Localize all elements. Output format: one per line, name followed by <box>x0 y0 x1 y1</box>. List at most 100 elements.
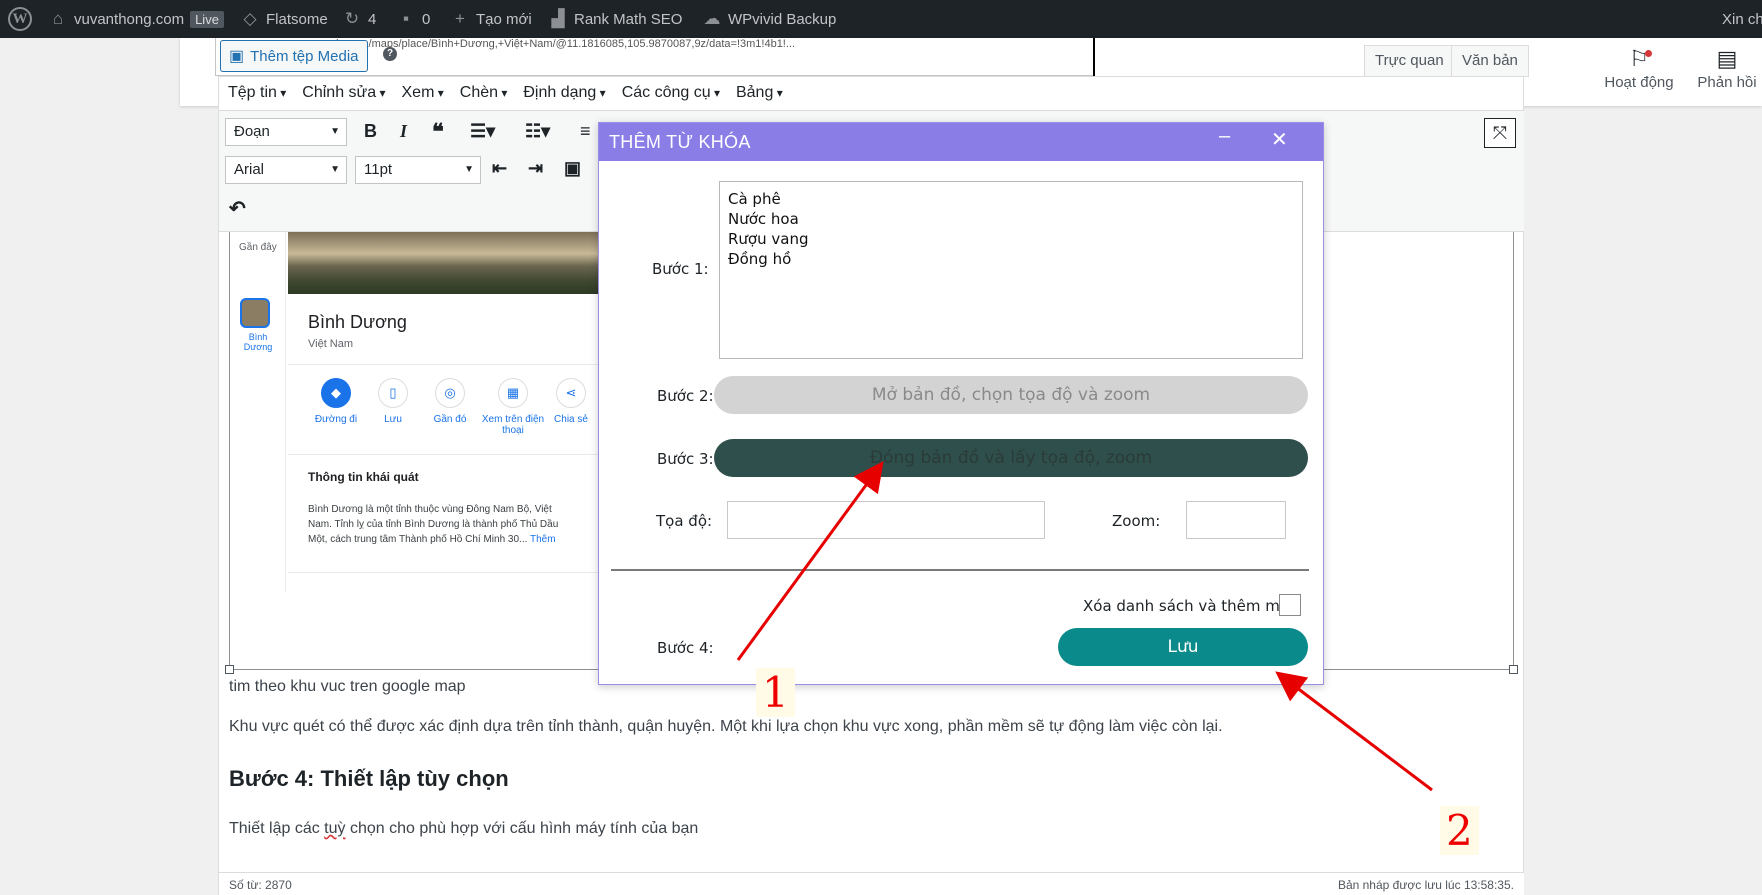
block-format-select[interactable]: Đoạn <box>225 118 347 146</box>
minimize-icon[interactable]: – <box>1219 125 1230 148</box>
step2-label: Bước 2: <box>657 387 714 405</box>
dialog-title: THÊM TỪ KHÓA <box>609 132 751 152</box>
keyword-line: Nước hoa <box>728 210 799 228</box>
annotation-label-1: 1 <box>756 668 795 717</box>
open-map-button[interactable]: Mở bản đồ, chọn tọa độ và zoom <box>714 376 1308 414</box>
paste-icon[interactable]: ▣ <box>564 158 581 179</box>
add-keyword-dialog: THÊM TỪ KHÓA – ✕ Bước 1: Cà phê Nước hoa… <box>598 122 1324 685</box>
live-badge: Live <box>190 10 224 28</box>
comments-item[interactable]: ▪ 0 <box>396 0 430 38</box>
fullscreen-icon[interactable]: ⤧ <box>1484 118 1516 148</box>
greeting: Xin ch <box>1722 10 1762 28</box>
close-icon[interactable]: ✕ <box>1271 127 1288 152</box>
divider-line <box>1093 38 1095 76</box>
browser-address-bar: gle.com/maps/place/Bình+Dương,+Việt+Nam/… <box>330 38 796 50</box>
tab-visual[interactable]: Trực quan <box>1364 45 1455 77</box>
indent-icon[interactable]: ⇥ <box>528 158 543 179</box>
close-map-button[interactable]: Đóng bản đồ và lấy tọa độ, zoom <box>714 439 1308 477</box>
updates-count: 4 <box>368 10 377 28</box>
comments-count: 0 <box>422 10 431 28</box>
outdent-icon[interactable]: ⇤ <box>492 158 507 179</box>
activity-button[interactable]: ⚐ Hoạt động <box>1600 46 1678 91</box>
menu-tools[interactable]: Các công cụ <box>622 84 720 102</box>
keyword-line: Đồng hồ <box>728 250 792 268</box>
numbered-list-icon[interactable]: ☷▾ <box>525 121 550 142</box>
keyword-line: Rượu vang <box>728 230 809 248</box>
updates-item[interactable]: ↻ 4 <box>342 0 376 38</box>
coordinate-label: Tọa độ: <box>656 512 713 530</box>
feedback-icon: ▤ <box>1716 46 1738 71</box>
zoom-label: Zoom: <box>1112 512 1161 530</box>
new-content-item[interactable]: + Tạo mới <box>450 0 532 38</box>
notification-dot <box>1645 50 1652 57</box>
flatsome-label: Flatsome <box>266 10 328 28</box>
feedback-label: Phản hồi <box>1697 74 1757 91</box>
zoom-input[interactable] <box>1186 501 1286 539</box>
keyword-line: Cà phê <box>728 190 781 208</box>
home-icon: ⌂ <box>52 9 64 28</box>
new-label: Tạo mới <box>476 10 532 28</box>
undo-icon[interactable]: ↶ <box>229 196 246 221</box>
wp-admin-bar: W ⌂ vuvanthong.com Live ◇ Flatsome ↻ 4 ▪… <box>0 0 1762 38</box>
comment-icon: ▪ <box>402 9 410 28</box>
rank-math-icon: ▟ <box>551 9 565 28</box>
flatsome-item[interactable]: ◇ Flatsome <box>240 0 328 38</box>
bold-icon[interactable]: B <box>364 121 377 142</box>
dialog-divider <box>611 569 1309 571</box>
cloud-icon: ☁ <box>703 9 721 28</box>
feedback-button[interactable]: ▤ Phản hồi <box>1692 46 1762 91</box>
plus-icon: + <box>455 9 465 28</box>
resize-handle[interactable] <box>1509 665 1518 674</box>
font-family-select[interactable]: Arial <box>225 156 347 184</box>
step4-label: Bước 4: <box>657 639 714 657</box>
save-button[interactable]: Lưu <box>1058 628 1308 666</box>
wpvivid-item[interactable]: ☁ WPvivid Backup <box>702 0 837 38</box>
align-left-icon[interactable]: ≡ <box>580 121 591 142</box>
blockquote-icon[interactable]: ❝ <box>432 119 444 145</box>
section-heading: Bước 4: Thiết lập tùy chọn <box>229 766 509 791</box>
rank-math-item[interactable]: ▟ Rank Math SEO <box>548 0 682 38</box>
my-account-item[interactable]: Xin ch <box>1722 0 1762 38</box>
menu-table[interactable]: Bảng <box>736 84 783 102</box>
menu-view[interactable]: Xem <box>402 84 444 102</box>
editor-menubar: Tệp tin Chỉnh sửa Xem Chèn Định dạng Các… <box>228 84 783 102</box>
updates-icon: ↻ <box>344 9 360 28</box>
menu-file[interactable]: Tệp tin <box>228 84 286 102</box>
clear-list-label: Xóa danh sách và thêm mới <box>1083 597 1294 615</box>
step1-label: Bước 1: <box>652 260 709 278</box>
site-name-item[interactable]: ⌂ vuvanthong.com Live <box>48 0 224 38</box>
paragraph: Thiết lập các tuỳ chọn cho phù hợp với c… <box>229 820 698 838</box>
editor-status-bar: Số từ: 2870 Bản nháp được lưu lúc 13:58:… <box>219 872 1524 895</box>
rank-math-label: Rank Math SEO <box>574 10 683 28</box>
keyword-textarea[interactable]: Cà phê Nước hoa Rượu vang Đồng hồ <box>719 181 1303 359</box>
font-size-select[interactable]: 11pt <box>355 156 481 184</box>
flatsome-icon: ◇ <box>243 9 257 28</box>
add-media-button[interactable]: ▣ Thêm tệp Media <box>220 40 368 72</box>
word-count: Số từ: 2870 <box>229 878 292 892</box>
site-name: vuvanthong.com <box>74 10 185 28</box>
wpvivid-label: WPvivid Backup <box>728 10 837 28</box>
image-caption: tim theo khu vuc tren google map <box>229 678 466 695</box>
menu-insert[interactable]: Chèn <box>460 84 508 102</box>
wordpress-logo-icon: W <box>8 7 32 31</box>
dialog-titlebar: THÊM TỪ KHÓA – ✕ <box>599 123 1323 161</box>
annotation-label-2: 2 <box>1440 806 1479 855</box>
paragraph-text: Thiết lập các <box>229 820 325 837</box>
bullet-list-icon[interactable]: ☰▾ <box>470 121 495 142</box>
tab-text[interactable]: Văn bản <box>1451 45 1529 77</box>
draft-saved-status: Bản nháp được lưu lúc 13:58:35. <box>1337 878 1514 892</box>
add-media-label: Thêm tệp Media <box>250 47 359 65</box>
flag-icon: ⚐ <box>1629 46 1649 71</box>
wp-logo-item[interactable]: W <box>8 0 32 38</box>
resize-handle[interactable] <box>225 665 234 674</box>
paragraph-text: chọn cho phù hợp với cấu hình máy tính c… <box>345 820 699 837</box>
step3-label: Bước 3: <box>657 450 714 468</box>
paragraph: Khu vực quét có thể được xác định dựa tr… <box>229 718 1223 735</box>
menu-edit[interactable]: Chỉnh sửa <box>302 84 385 102</box>
help-icon[interactable]: ? <box>383 47 397 61</box>
clear-list-checkbox[interactable] <box>1279 594 1301 616</box>
italic-icon[interactable]: I <box>400 121 407 142</box>
coordinate-input[interactable] <box>727 501 1045 539</box>
spellcheck-word[interactable]: tuỳ <box>324 820 345 837</box>
menu-format[interactable]: Định dạng <box>523 84 605 102</box>
